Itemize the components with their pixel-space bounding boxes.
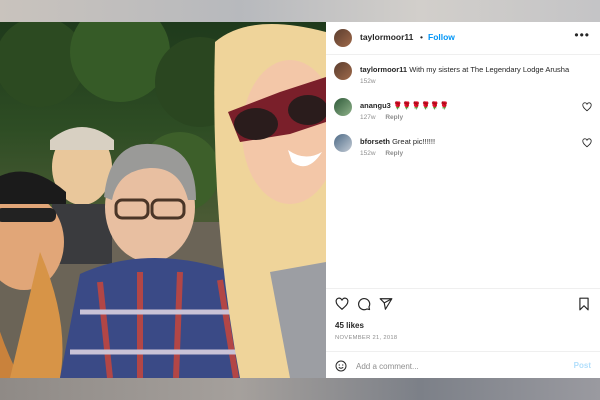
post-actions: 45 likes NOVEMBER 21, 2018 Post	[326, 288, 600, 379]
caption-avatar[interactable]	[334, 62, 352, 80]
caption-age: 152w	[360, 78, 376, 85]
comment-username[interactable]: bforseth	[360, 137, 390, 146]
comment-input[interactable]	[356, 358, 556, 374]
caption: taylormoor11 With my sisters at The Lege…	[334, 62, 592, 90]
author-username[interactable]: taylormoor11	[360, 32, 413, 42]
comment-avatar[interactable]	[334, 98, 352, 116]
follow-button[interactable]: Follow	[428, 32, 455, 42]
selfie-photo-illustration	[0, 22, 326, 378]
heart-icon[interactable]	[582, 102, 592, 112]
post-header: taylormoor11 • Follow •••	[326, 22, 600, 55]
comment: anangu3 🌹🌹🌹🌹🌹🌹 127w Reply	[334, 98, 592, 126]
reply-button[interactable]: Reply	[385, 114, 403, 121]
comment-age: 127w	[360, 114, 376, 121]
more-icon[interactable]: •••	[574, 28, 590, 42]
likes-count[interactable]: 45 likes	[335, 321, 364, 330]
share-icon[interactable]	[379, 297, 393, 311]
comment-avatar[interactable]	[334, 134, 352, 152]
emoji-icon[interactable]	[335, 360, 347, 372]
instagram-post: taylormoor11 • Follow ••• taylormoor11 W…	[0, 22, 600, 378]
bookmark-icon[interactable]	[577, 297, 591, 311]
comment-age: 152w	[360, 150, 376, 157]
post-photo[interactable]	[0, 22, 326, 378]
caption-text: With my sisters at The Legendary Lodge A…	[409, 65, 570, 74]
author-avatar[interactable]	[334, 29, 352, 47]
reply-button[interactable]: Reply	[385, 150, 403, 157]
comment-text: 🌹🌹🌹🌹🌹🌹	[392, 101, 449, 110]
add-comment-bar: Post	[326, 351, 600, 380]
post-details-panel: taylormoor11 • Follow ••• taylormoor11 W…	[326, 22, 600, 378]
heart-icon[interactable]	[582, 138, 592, 148]
header-separator: •	[420, 32, 423, 42]
caption-username[interactable]: taylormoor11	[360, 65, 407, 74]
post-date: NOVEMBER 21, 2018	[335, 335, 398, 341]
post-comment-button[interactable]: Post	[574, 361, 591, 370]
comment-icon[interactable]	[357, 297, 371, 311]
background-top	[0, 0, 600, 22]
background-bottom	[0, 378, 600, 400]
comment-username[interactable]: anangu3	[360, 101, 391, 110]
comment-text: Great pic!!!!!!	[392, 137, 436, 146]
comment: bforseth Great pic!!!!!! 152w Reply	[334, 134, 592, 162]
heart-icon[interactable]	[335, 297, 349, 311]
